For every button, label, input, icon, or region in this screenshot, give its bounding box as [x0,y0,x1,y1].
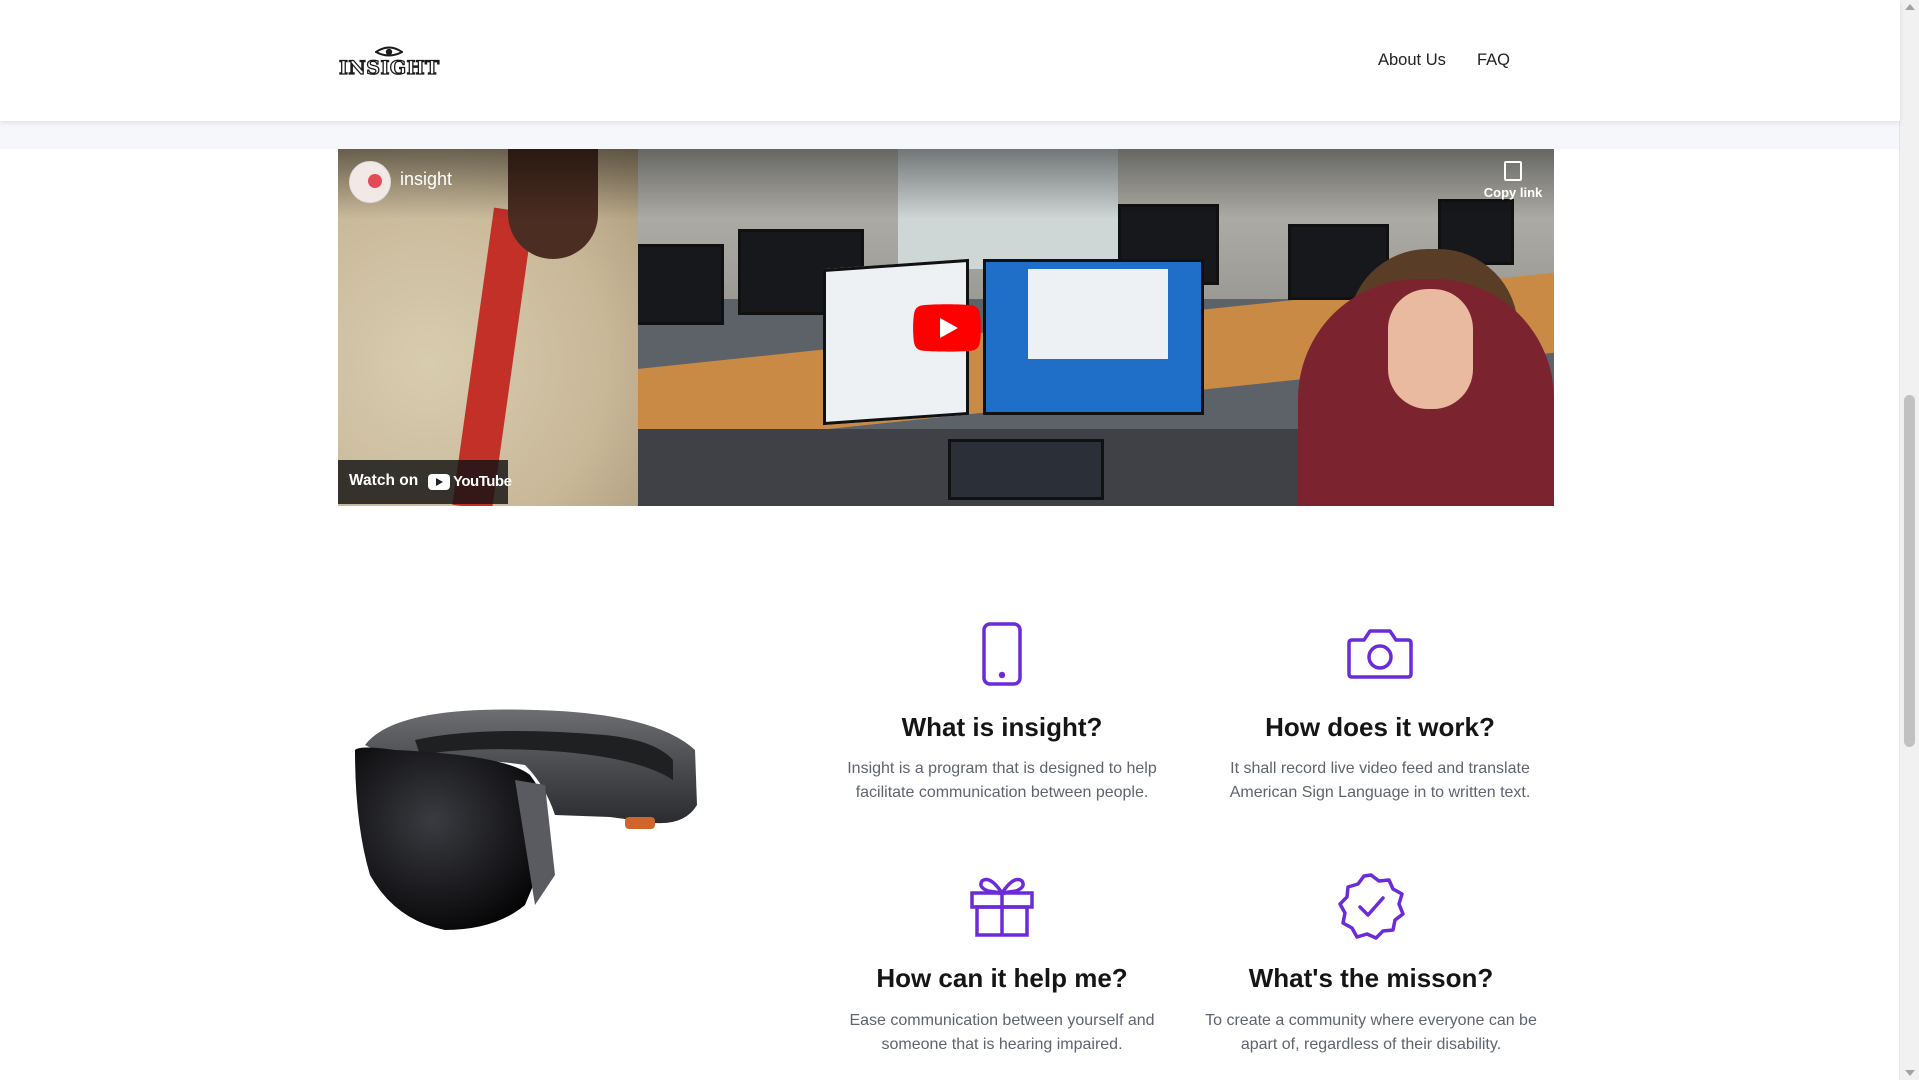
nav-faq[interactable]: FAQ [1477,51,1510,70]
feature-text: Insight is a program that is designed to… [847,760,1157,801]
video-title-bar [338,149,1554,219]
feature-title: How can it help me? [876,963,1128,993]
feature-title: What is insight? [901,712,1103,742]
play-button-icon[interactable] [913,304,981,352]
feature-title: How does it work? [1265,712,1495,742]
channel-name[interactable]: insight [400,169,452,190]
section-band [0,121,1900,149]
camera-icon [1205,626,1555,696]
hololens-image [355,709,697,930]
logo-text: INSIGHT [338,56,440,79]
copy-link-label: Copy link [1483,185,1543,200]
youtube-embed[interactable]: insight Copy link Watch on YouTube [338,149,1554,506]
badge-check-icon [1196,871,1546,941]
youtube-icon [428,474,450,490]
feature-text: It shall record live video feed and tran… [1229,760,1531,801]
watch-on-label: Watch on [349,472,419,489]
gift-icon [827,871,1177,941]
copy-link-button[interactable]: Copy link [1478,161,1548,200]
watch-on-youtube-button[interactable]: Watch on YouTube [338,460,512,504]
feature-text: Ease communication between yourself and … [849,1012,1155,1053]
youtube-label: YouTube [453,473,512,490]
phone-icon [827,620,1177,690]
scroll-down-icon[interactable] [1905,1070,1915,1076]
scrollbar-thumb[interactable] [1904,395,1915,747]
page: INSIGHT About Us FAQ insight Copy link W… [0,0,1900,1080]
scroll-up-icon[interactable] [1905,4,1915,10]
site-logo[interactable]: INSIGHT [338,45,440,80]
nav-about-us[interactable]: About Us [1378,51,1446,70]
feature-title: What's the misson? [1248,963,1494,993]
site-header: INSIGHT About Us FAQ [0,0,1900,121]
channel-avatar[interactable] [349,161,391,203]
feature-text: To create a community where everyone can… [1205,1012,1537,1053]
page-scrollbar[interactable] [1899,0,1919,1080]
copy-icon [1504,161,1522,181]
